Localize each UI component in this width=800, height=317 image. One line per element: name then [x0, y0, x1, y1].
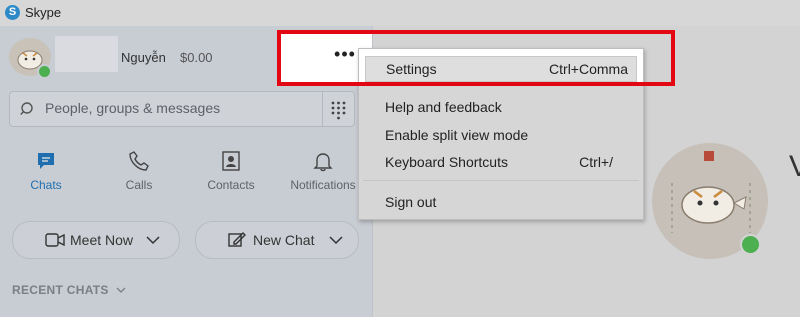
- skype-logo-icon: S: [5, 5, 20, 20]
- skype-credit-balance[interactable]: $0.00: [180, 50, 213, 65]
- meet-now-button[interactable]: Meet Now: [12, 221, 180, 259]
- menu-item-label: Keyboard Shortcuts: [385, 154, 508, 170]
- dialpad-icon: [331, 101, 346, 120]
- annotation-highlight-box: [277, 30, 675, 86]
- search-box[interactable]: [9, 91, 355, 127]
- nav-label-chats: Chats: [30, 178, 62, 192]
- menu-item-label: Sign out: [385, 194, 437, 210]
- compose-icon: [228, 232, 246, 247]
- meet-now-label: Meet Now: [70, 232, 134, 248]
- menu-separator: [363, 180, 639, 181]
- presence-indicator: [740, 234, 761, 255]
- menu-item-sign-out[interactable]: Sign out: [365, 190, 635, 214]
- presence-indicator: [37, 64, 52, 79]
- nav-label-calls: Calls: [125, 178, 153, 192]
- new-chat-button[interactable]: New Chat: [195, 221, 359, 259]
- nav-label-notifications: Notifications: [290, 178, 356, 192]
- dialpad-button[interactable]: [322, 92, 354, 126]
- title-bar: S Skype: [0, 0, 800, 26]
- new-chat-label: New Chat: [253, 232, 315, 248]
- menu-item-split-view[interactable]: Enable split view mode: [365, 123, 635, 147]
- search-icon: [20, 102, 33, 115]
- nav-chats[interactable]: Chats: [11, 150, 81, 200]
- profile-name[interactable]: Nguyễn: [121, 50, 166, 65]
- chat-icon: [38, 153, 54, 169]
- contacts-icon: [222, 151, 240, 171]
- menu-item-label: Help and feedback: [385, 99, 502, 115]
- phone-icon: [129, 151, 149, 171]
- menu-item-label: Enable split view mode: [385, 127, 529, 143]
- video-camera-icon: [45, 233, 65, 247]
- nav-calls[interactable]: Calls: [104, 150, 174, 200]
- menu-item-help-and-feedback[interactable]: Help and feedback: [365, 95, 635, 119]
- menu-item-shortcut: Ctrl+/: [579, 154, 613, 170]
- search-input[interactable]: [45, 100, 315, 116]
- recent-chats-header[interactable]: RECENT CHATS: [12, 283, 109, 297]
- chevron-down-icon[interactable]: [116, 287, 126, 294]
- profile-name-redacted: [55, 36, 118, 72]
- nav-contacts[interactable]: Contacts: [196, 150, 266, 200]
- nav-label-contacts: Contacts: [207, 178, 255, 192]
- welcome-heading: V: [789, 150, 800, 183]
- chevron-down-icon: [146, 236, 160, 245]
- nav-notifications[interactable]: Notifications: [288, 150, 358, 200]
- chevron-down-icon: [329, 236, 343, 245]
- bell-icon: [313, 153, 333, 172]
- menu-item-keyboard-shortcuts[interactable]: Keyboard Shortcuts Ctrl+/: [365, 150, 635, 174]
- window-title: Skype: [25, 5, 62, 20]
